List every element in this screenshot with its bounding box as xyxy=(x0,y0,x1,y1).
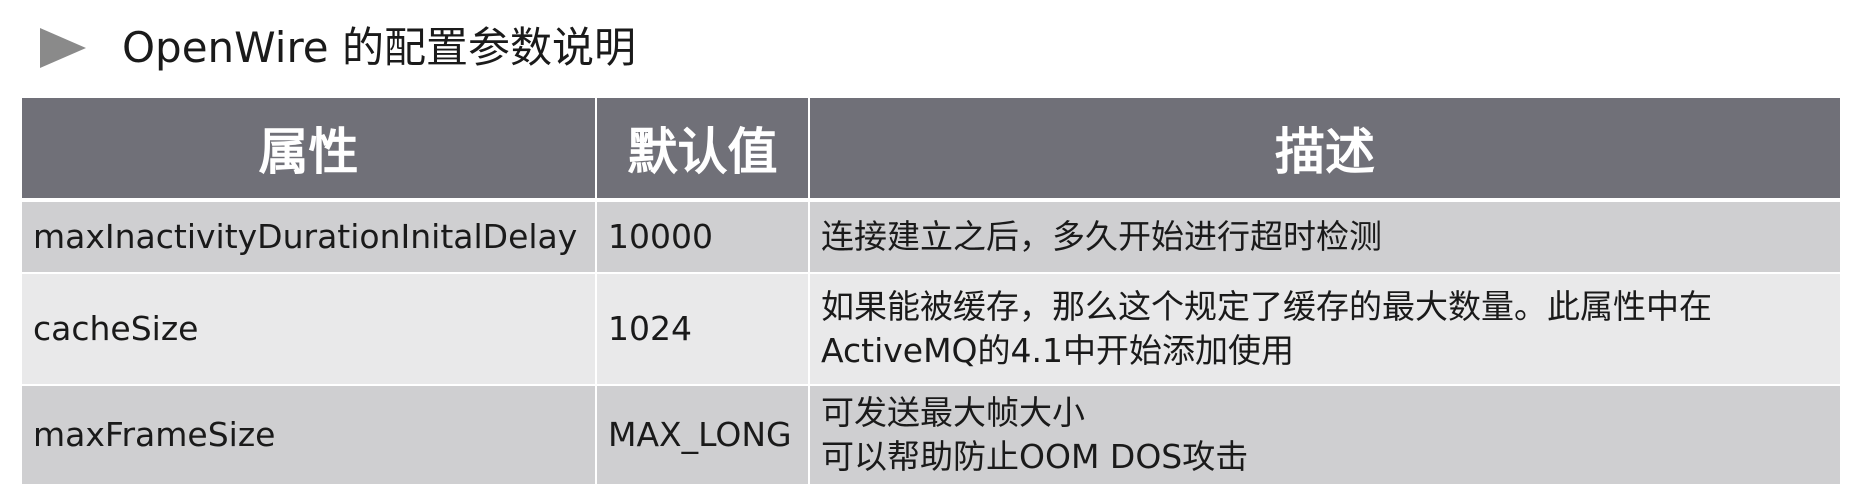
config-params-table: 属性 默认值 描述 maxInactivityDurationInitalDel… xyxy=(22,98,1840,486)
header-description: 描述 xyxy=(809,98,1840,202)
description-line: ActiveMQ的4.1中开始添加使用 xyxy=(821,331,1295,370)
description-line: 如果能被缓存，那么这个规定了缓存的最大数量。此属性中在 xyxy=(821,287,1712,326)
cell-property: maxInactivityDurationInitalDelay xyxy=(22,200,597,274)
cell-property: cacheSize xyxy=(22,273,597,386)
cell-description: 可发送最大帧大小 可以帮助防止OOM DOS攻击 xyxy=(809,385,1840,486)
section-title-row: OpenWire 的配置参数说明 xyxy=(40,18,636,78)
cell-property: maxFrameSize xyxy=(22,385,597,486)
cell-default: MAX_LONG xyxy=(596,385,810,486)
description-line: 可发送最大帧大小 xyxy=(821,393,1085,432)
table-row: maxInactivityDurationInitalDelay 10000 连… xyxy=(22,200,1840,274)
header-default: 默认值 xyxy=(596,98,810,202)
cell-default: 10000 xyxy=(596,200,810,274)
play-triangle-icon xyxy=(40,28,86,68)
table-header-row: 属性 默认值 描述 xyxy=(22,98,1840,202)
page-title: OpenWire 的配置参数说明 xyxy=(122,23,636,72)
cell-default: 1024 xyxy=(596,273,810,386)
description-line: 连接建立之后，多久开始进行超时检测 xyxy=(821,217,1382,256)
cell-description: 如果能被缓存，那么这个规定了缓存的最大数量。此属性中在 ActiveMQ的4.1… xyxy=(809,273,1840,386)
description-line: 可以帮助防止OOM DOS攻击 xyxy=(821,437,1249,476)
table-row: cacheSize 1024 如果能被缓存，那么这个规定了缓存的最大数量。此属性… xyxy=(22,273,1840,386)
cell-description: 连接建立之后，多久开始进行超时检测 xyxy=(809,200,1840,274)
header-property: 属性 xyxy=(22,98,597,202)
table-row: maxFrameSize MAX_LONG 可发送最大帧大小 可以帮助防止OOM… xyxy=(22,385,1840,486)
